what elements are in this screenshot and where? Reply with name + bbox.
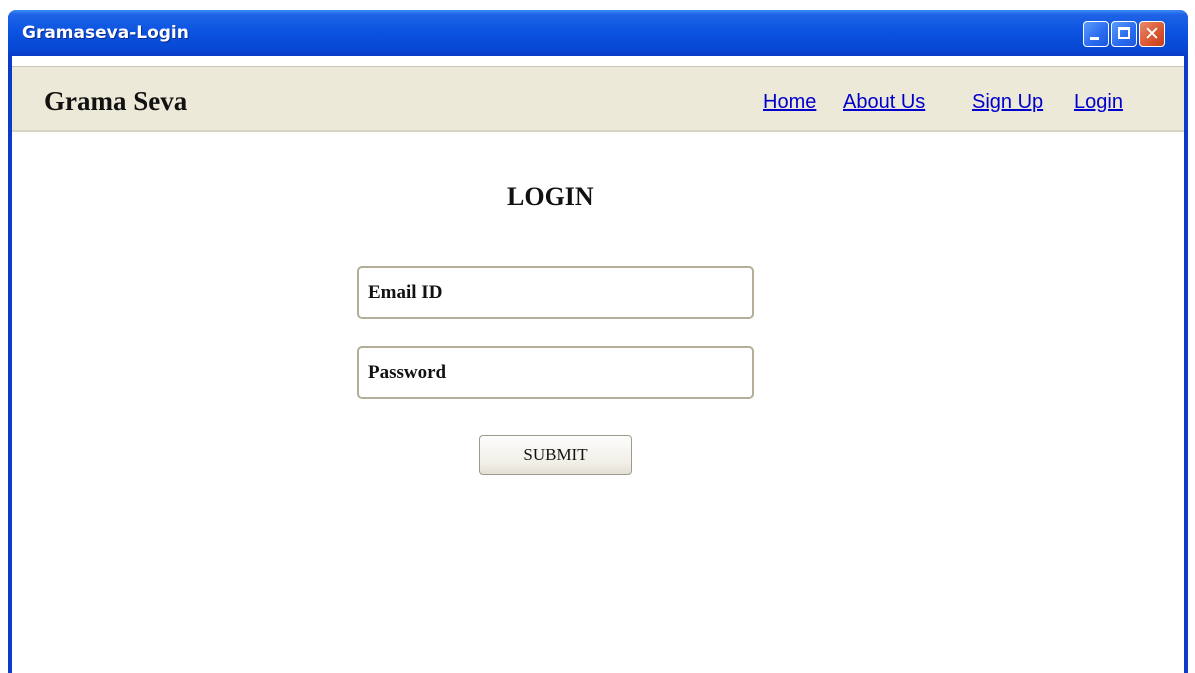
app-window: Gramaseva-Login ✕ Grama Seva Home About … (8, 10, 1188, 673)
minimize-button[interactable] (1083, 21, 1109, 47)
maximize-button[interactable] (1111, 21, 1137, 47)
close-icon: ✕ (1144, 23, 1160, 45)
top-navbar: Grama Seva Home About Us Sign Up Login (12, 66, 1184, 132)
window-title: Gramaseva-Login (22, 23, 189, 43)
password-field[interactable] (357, 346, 754, 399)
submit-button[interactable]: SUBMIT (479, 435, 632, 475)
nav-link-sign-up[interactable]: Sign Up (972, 91, 1043, 114)
site-brand: Grama Seva (44, 86, 188, 116)
nav-link-home[interactable]: Home (763, 91, 816, 114)
title-bar[interactable]: Gramaseva-Login ✕ (8, 10, 1188, 56)
nav-link-login[interactable]: Login (1074, 91, 1123, 114)
page-title: LOGIN (507, 182, 594, 211)
minimize-icon (1090, 37, 1099, 40)
maximize-icon (1118, 27, 1130, 39)
close-button[interactable]: ✕ (1139, 21, 1165, 47)
email-field[interactable] (357, 266, 754, 319)
nav-link-about-us[interactable]: About Us (843, 91, 925, 114)
page-content: Grama Seva Home About Us Sign Up Login L… (12, 56, 1184, 673)
